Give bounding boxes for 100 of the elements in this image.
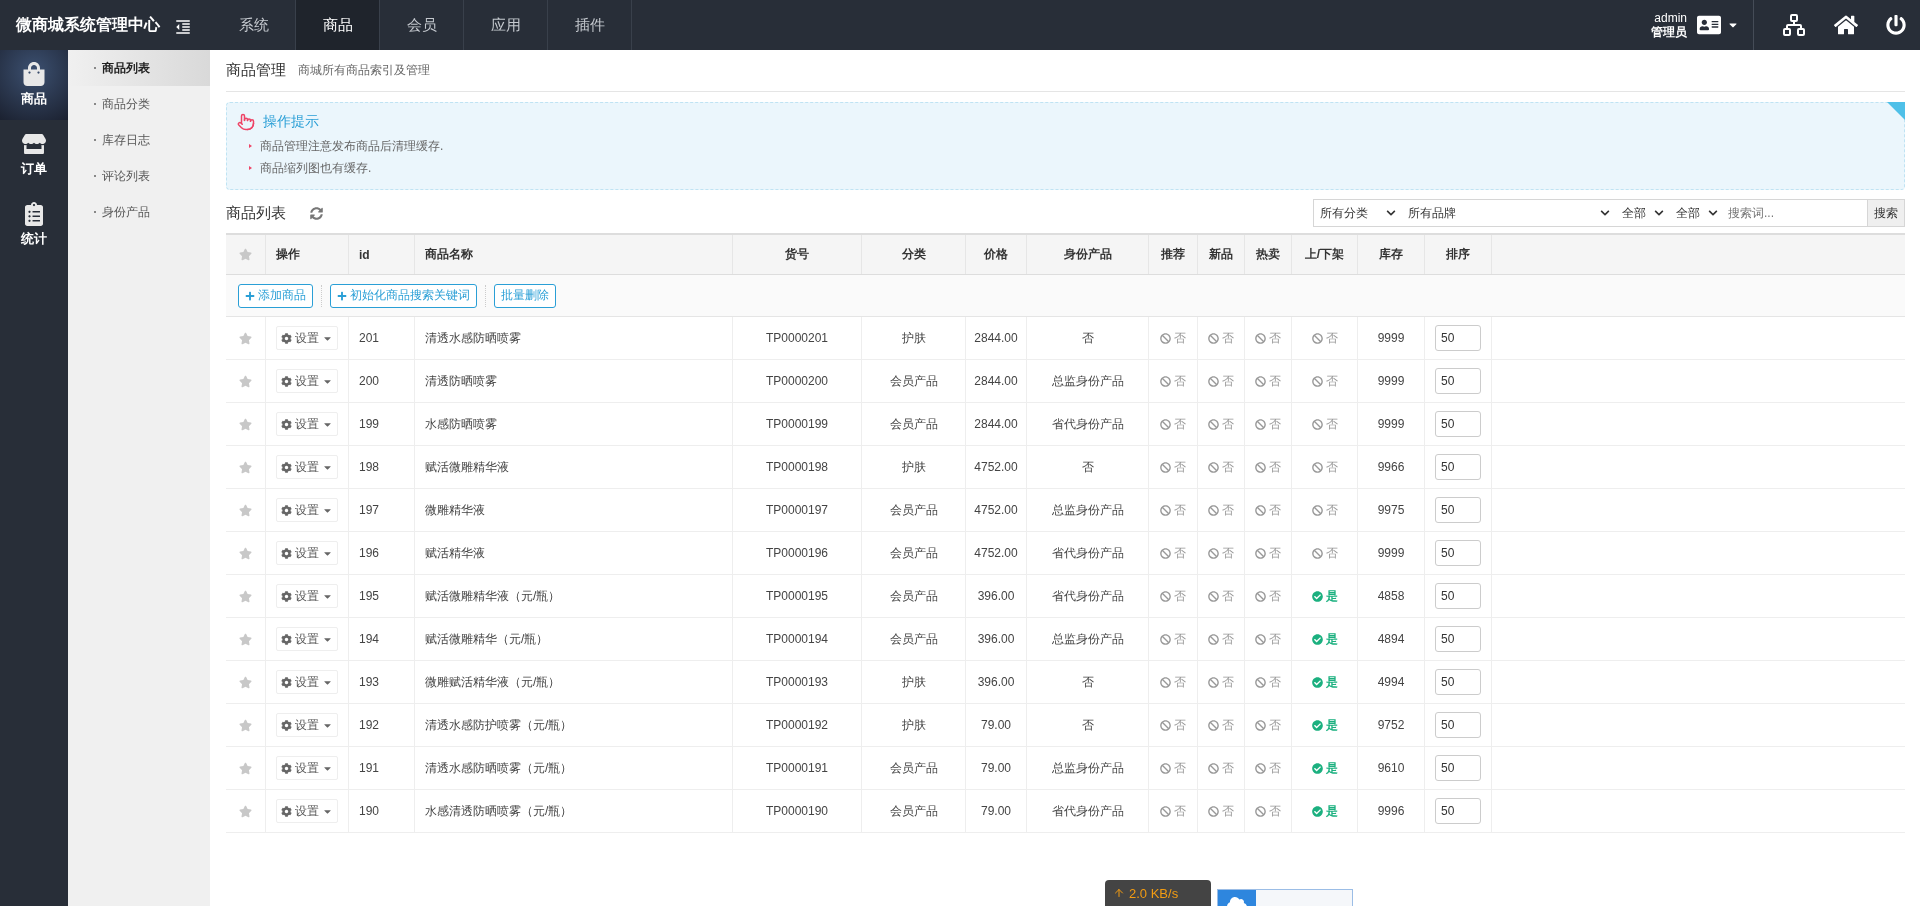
status-toggle[interactable]: 否 xyxy=(1160,372,1186,390)
star-icon[interactable] xyxy=(239,374,252,388)
status-toggle[interactable]: 否 xyxy=(1255,630,1281,648)
status-toggle[interactable]: 否 xyxy=(1160,458,1186,476)
status-toggle[interactable]: 否 xyxy=(1208,630,1234,648)
status-toggle[interactable]: 否 xyxy=(1160,759,1186,777)
status-toggle[interactable]: 否 xyxy=(1255,759,1281,777)
status-toggle[interactable]: 否 xyxy=(1311,372,1338,390)
star-icon[interactable] xyxy=(239,675,252,689)
status-toggle[interactable]: 否 xyxy=(1208,587,1234,605)
power-icon[interactable] xyxy=(1886,15,1906,35)
status-toggle[interactable]: 否 xyxy=(1208,329,1234,347)
network-icon[interactable] xyxy=(1782,13,1806,37)
contact-card-icon[interactable] xyxy=(1697,13,1721,37)
status-toggle[interactable]: 否 xyxy=(1160,587,1186,605)
settings-dropdown[interactable]: 设置 xyxy=(276,541,338,565)
status-toggle[interactable]: 否 xyxy=(1208,673,1234,691)
nav-tab[interactable]: 插件 xyxy=(548,0,632,50)
menu-icon[interactable] xyxy=(174,18,192,36)
star-icon[interactable] xyxy=(239,589,252,603)
settings-dropdown[interactable]: 设置 xyxy=(276,627,338,651)
sort-input[interactable]: 50 xyxy=(1435,798,1481,824)
star-icon[interactable] xyxy=(239,804,252,818)
status-select[interactable]: 全部 xyxy=(1670,204,1724,222)
settings-dropdown[interactable]: 设置 xyxy=(276,326,338,350)
sort-input[interactable]: 50 xyxy=(1435,368,1481,394)
status-toggle[interactable]: 是 xyxy=(1311,673,1338,691)
status-toggle[interactable]: 否 xyxy=(1255,673,1281,691)
status-toggle[interactable]: 否 xyxy=(1255,716,1281,734)
status-toggle[interactable]: 否 xyxy=(1160,501,1186,519)
star-icon[interactable] xyxy=(239,503,252,517)
submenu-item[interactable]: 身份产品 xyxy=(68,194,210,230)
side-nav-item[interactable]: 订单 xyxy=(0,120,68,190)
nav-tab[interactable]: 商品 xyxy=(296,0,380,50)
status-toggle[interactable]: 否 xyxy=(1255,544,1281,562)
search-button[interactable]: 搜索 xyxy=(1867,200,1904,226)
status-toggle[interactable]: 否 xyxy=(1208,802,1234,820)
status-toggle[interactable]: 否 xyxy=(1311,458,1338,476)
settings-dropdown[interactable]: 设置 xyxy=(276,584,338,608)
star-icon[interactable] xyxy=(239,761,252,775)
status-toggle[interactable]: 否 xyxy=(1160,329,1186,347)
status-toggle[interactable]: 否 xyxy=(1255,329,1281,347)
status-toggle[interactable]: 是 xyxy=(1311,630,1338,648)
brand-select[interactable]: 所有品牌 xyxy=(1402,204,1616,222)
collapse-corner[interactable] xyxy=(1887,102,1905,120)
star-icon[interactable] xyxy=(239,460,252,474)
status-toggle[interactable]: 否 xyxy=(1311,415,1338,433)
sort-input[interactable]: 50 xyxy=(1435,411,1481,437)
status-toggle[interactable]: 否 xyxy=(1255,458,1281,476)
status-toggle[interactable]: 否 xyxy=(1208,544,1234,562)
status-toggle[interactable]: 否 xyxy=(1160,716,1186,734)
status-toggle[interactable]: 否 xyxy=(1160,415,1186,433)
sort-input[interactable]: 50 xyxy=(1435,583,1481,609)
nav-tab[interactable]: 应用 xyxy=(464,0,548,50)
status-toggle[interactable]: 是 xyxy=(1311,716,1338,734)
status-toggle[interactable]: 否 xyxy=(1208,759,1234,777)
submenu-item[interactable]: 商品分类 xyxy=(68,86,210,122)
action-button[interactable]: 初始化商品搜索关键词 xyxy=(330,283,477,308)
action-button[interactable]: 批量删除 xyxy=(494,283,556,308)
status-toggle[interactable]: 否 xyxy=(1255,501,1281,519)
star-icon[interactable] xyxy=(239,331,252,345)
status-toggle[interactable]: 否 xyxy=(1160,673,1186,691)
settings-dropdown[interactable]: 设置 xyxy=(276,799,338,823)
status-toggle[interactable]: 否 xyxy=(1311,501,1338,519)
action-button[interactable]: 添加商品 xyxy=(238,283,313,308)
sort-input[interactable]: 50 xyxy=(1435,497,1481,523)
settings-dropdown[interactable]: 设置 xyxy=(276,756,338,780)
status-select[interactable]: 全部 xyxy=(1616,204,1670,222)
category-select[interactable]: 所有分类 xyxy=(1314,204,1402,222)
refresh-icon[interactable] xyxy=(310,206,323,220)
star-icon[interactable] xyxy=(239,417,252,431)
side-nav-item[interactable]: 商品 xyxy=(0,50,68,120)
settings-dropdown[interactable]: 设置 xyxy=(276,670,338,694)
status-toggle[interactable]: 否 xyxy=(1208,372,1234,390)
status-toggle[interactable]: 否 xyxy=(1255,587,1281,605)
sort-input[interactable]: 50 xyxy=(1435,626,1481,652)
status-toggle[interactable]: 否 xyxy=(1255,415,1281,433)
sort-input[interactable]: 50 xyxy=(1435,540,1481,566)
side-nav-item[interactable]: 统计 xyxy=(0,190,68,260)
sort-input[interactable]: 50 xyxy=(1435,669,1481,695)
status-toggle[interactable]: 否 xyxy=(1255,802,1281,820)
sort-input[interactable]: 50 xyxy=(1435,454,1481,480)
status-toggle[interactable]: 否 xyxy=(1208,501,1234,519)
submenu-item[interactable]: 库存日志 xyxy=(68,122,210,158)
status-toggle[interactable]: 否 xyxy=(1208,458,1234,476)
star-icon[interactable] xyxy=(239,546,252,560)
status-toggle[interactable]: 是 xyxy=(1311,802,1338,820)
star-icon[interactable] xyxy=(239,718,252,732)
sort-input[interactable]: 50 xyxy=(1435,325,1481,351)
status-toggle[interactable]: 否 xyxy=(1160,802,1186,820)
status-toggle[interactable]: 是 xyxy=(1311,587,1338,605)
status-toggle[interactable]: 是 xyxy=(1311,759,1338,777)
status-toggle[interactable]: 否 xyxy=(1160,544,1186,562)
sort-input[interactable]: 50 xyxy=(1435,712,1481,738)
status-toggle[interactable]: 否 xyxy=(1160,630,1186,648)
star-icon[interactable] xyxy=(239,632,252,646)
status-toggle[interactable]: 否 xyxy=(1255,372,1281,390)
settings-dropdown[interactable]: 设置 xyxy=(276,455,338,479)
submenu-item[interactable]: 评论列表 xyxy=(68,158,210,194)
settings-dropdown[interactable]: 设置 xyxy=(276,412,338,436)
